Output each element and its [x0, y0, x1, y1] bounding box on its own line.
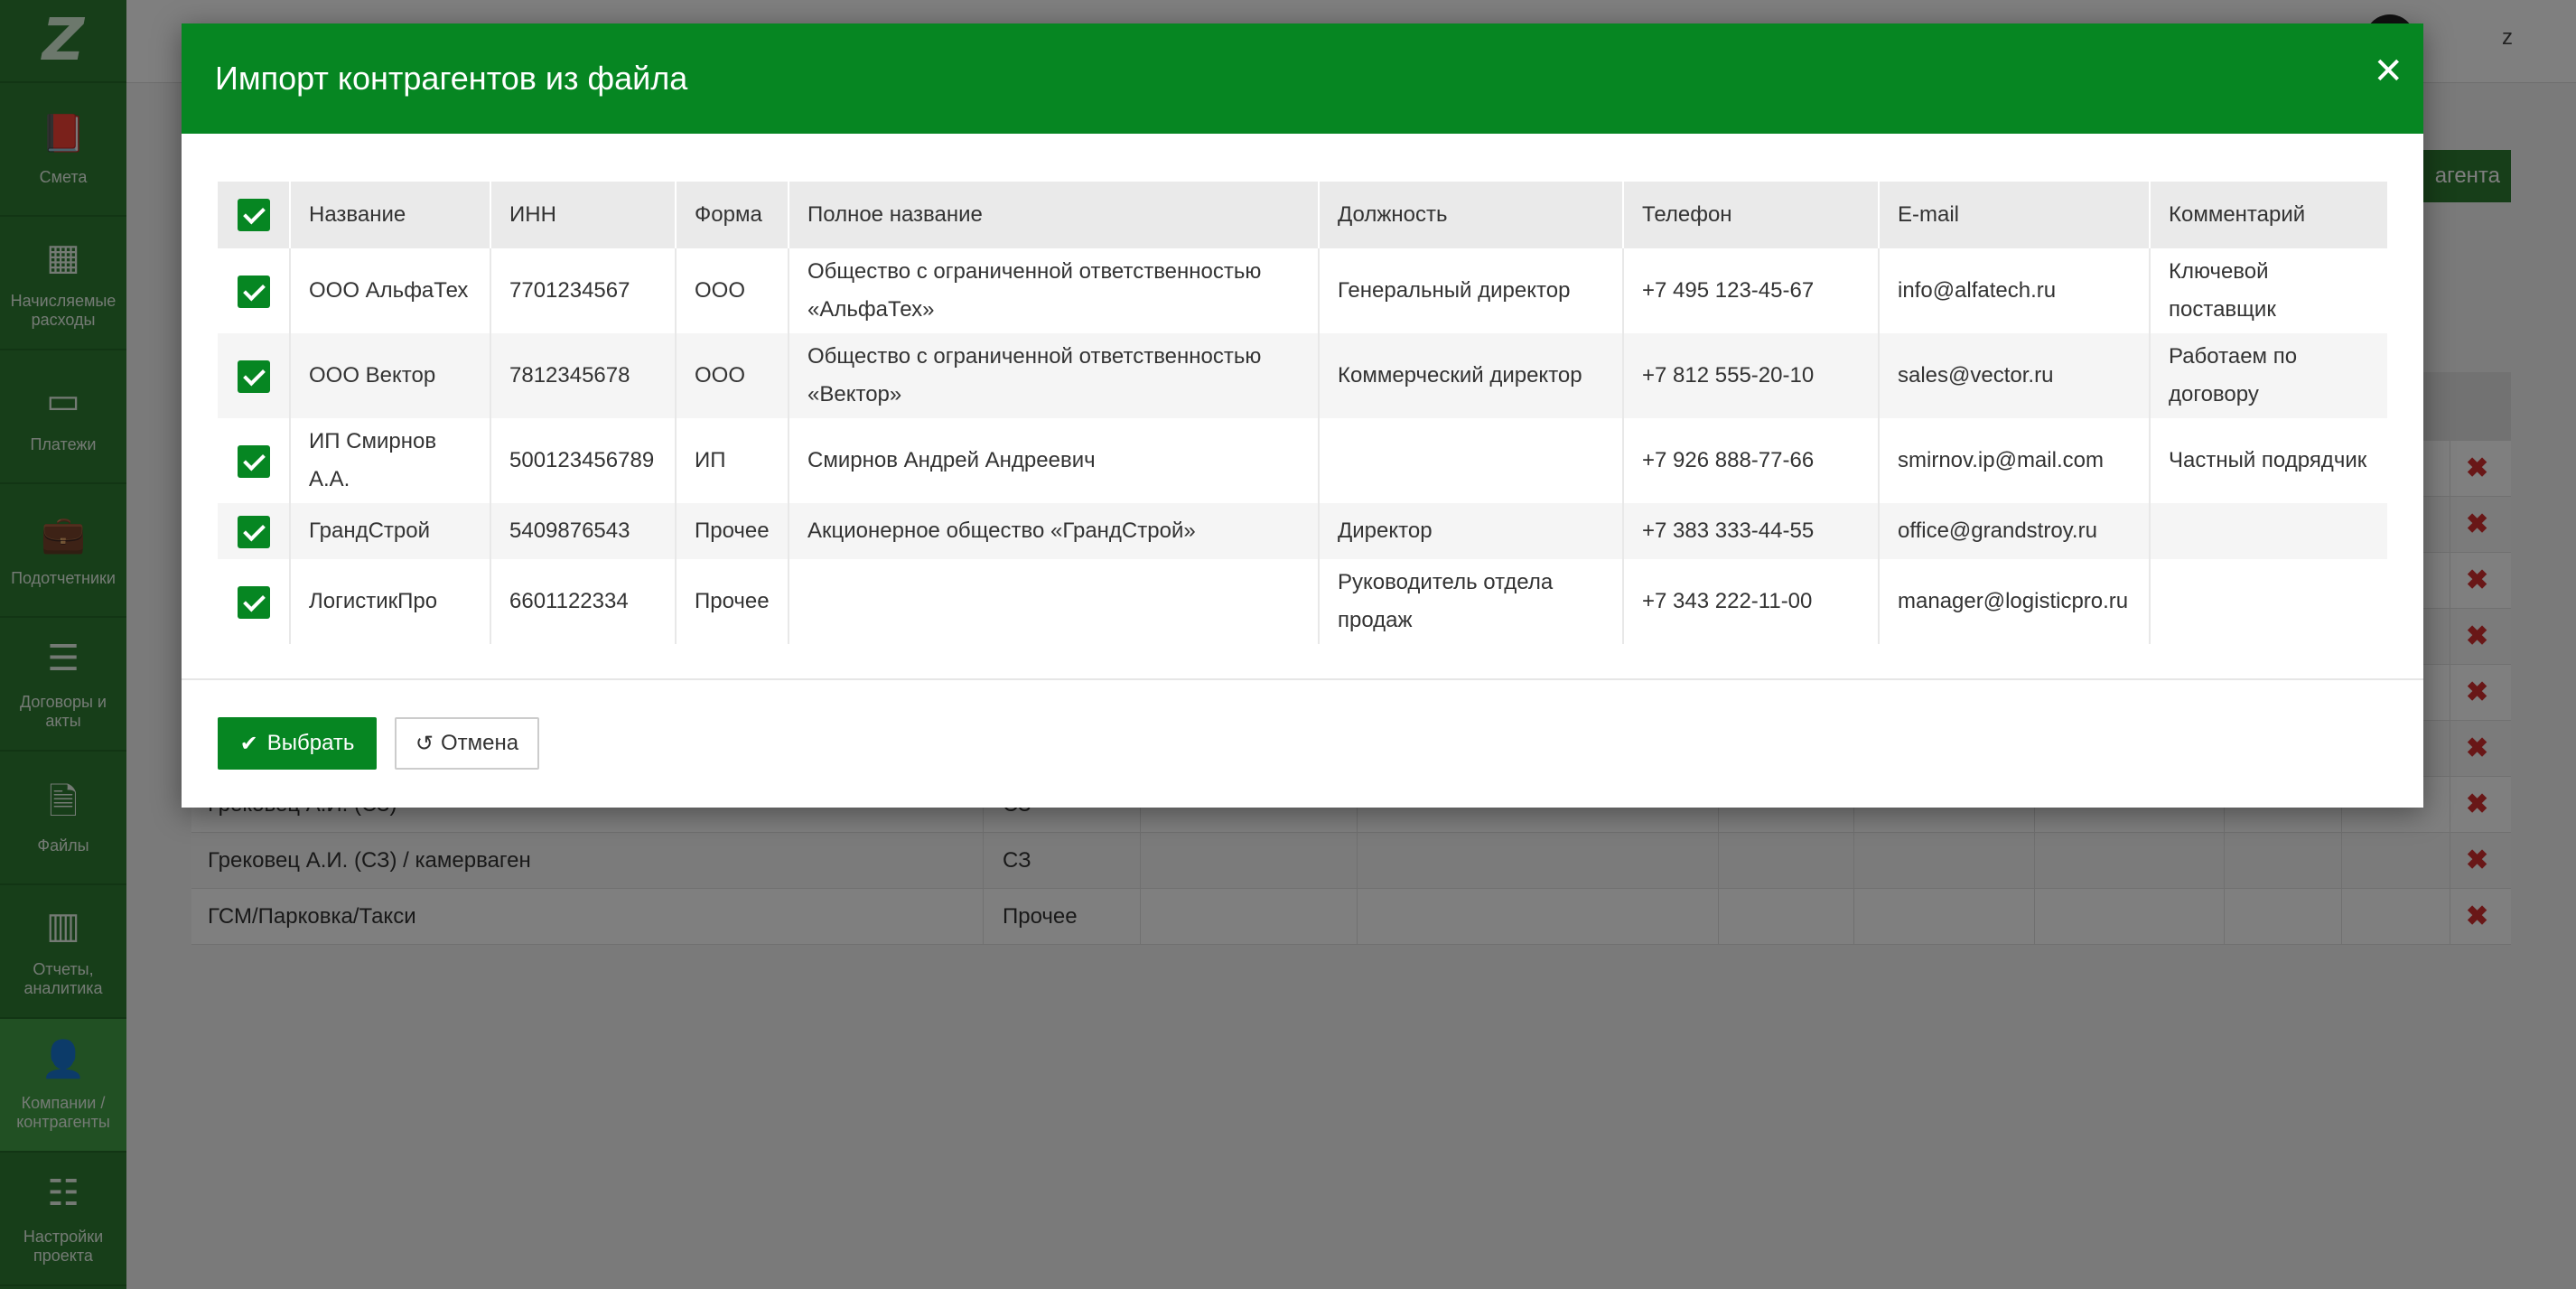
- cell-inn: 7701234567: [490, 248, 677, 333]
- import-modal: Импорт контрагентов из файла ✕ Название …: [182, 23, 2423, 808]
- modal-title: Импорт контрагентов из файла: [215, 60, 688, 97]
- column-header: Название: [290, 182, 491, 248]
- cell-email: manager@logisticpro.ru: [1879, 559, 2151, 644]
- column-header: Телефон: [1623, 182, 1880, 248]
- cell-comment: [2150, 503, 2387, 559]
- check-icon: [237, 444, 270, 478]
- cell-full-name: [789, 559, 1320, 644]
- cell-full-name: Акционерное общество «ГрандСтрой»: [789, 503, 1320, 559]
- cell-position: Коммерческий директор: [1319, 333, 1624, 418]
- cell-phone: +7 343 222-11-00: [1623, 559, 1880, 644]
- import-table: Название ИНН Форма Полное название Должн…: [218, 182, 2387, 644]
- cell-name: ИП Смирнов А.А.: [290, 418, 491, 503]
- import-row[interactable]: ЛогистикПро 6601122334 Прочее Руководитель …: [218, 559, 2387, 644]
- cell-inn: 500123456789: [490, 418, 677, 503]
- cell-phone: +7 495 123-45-67: [1623, 248, 1880, 333]
- column-header: Комментарий: [2150, 182, 2387, 248]
- cell-position: Руководитель отдела продаж: [1319, 559, 1624, 644]
- column-header: Полное название: [789, 182, 1320, 248]
- cell-name: ООО Вектор: [290, 333, 491, 418]
- cell-phone: +7 812 555-20-10: [1623, 333, 1880, 418]
- cell-comment: Частный подрядчик: [2150, 418, 2387, 503]
- import-row[interactable]: ООО АльфаТех 7701234567 ООО Общество с огра…: [218, 248, 2387, 333]
- cell-name: ООО АльфаТех: [290, 248, 491, 333]
- check-icon: [237, 515, 270, 548]
- column-header: Должность: [1319, 182, 1624, 248]
- cell-inn: 5409876543: [490, 503, 677, 559]
- row-checkbox[interactable]: [218, 418, 291, 503]
- cell-comment: Работаем по договору: [2150, 333, 2387, 418]
- cell-name: ЛогистикПро: [290, 559, 491, 644]
- import-table-header: Название ИНН Форма Полное название Должн…: [218, 182, 2387, 248]
- cell-comment: Ключевой поставщик: [2150, 248, 2387, 333]
- column-header: Форма: [676, 182, 789, 248]
- cell-position: Генеральный директор: [1319, 248, 1624, 333]
- undo-icon: ↺: [415, 731, 434, 756]
- cell-comment: [2150, 559, 2387, 644]
- row-checkbox[interactable]: [218, 503, 291, 559]
- cell-email: smirnov.ip@mail.com: [1879, 418, 2151, 503]
- cell-form: ООО: [676, 333, 789, 418]
- cell-full-name: Общество с ограниченной ответственностью…: [789, 333, 1320, 418]
- row-checkbox[interactable]: [218, 248, 291, 333]
- import-row[interactable]: ИП Смирнов А.А. 500123456789 ИП Смирнов Анд…: [218, 418, 2387, 503]
- row-checkbox[interactable]: [218, 333, 291, 418]
- cell-email: sales@vector.ru: [1879, 333, 2151, 418]
- cell-phone: +7 383 333-44-55: [1623, 503, 1880, 559]
- cancel-button[interactable]: ↺ Отмена: [395, 717, 539, 770]
- check-icon: [237, 275, 270, 308]
- check-icon: [237, 585, 270, 619]
- divider: [182, 678, 2423, 680]
- cell-inn: 7812345678: [490, 333, 677, 418]
- cell-name: ГрандСтрой: [290, 503, 491, 559]
- select-all-checkbox[interactable]: [218, 182, 291, 248]
- row-checkbox[interactable]: [218, 559, 291, 644]
- cell-position: Директор: [1319, 503, 1624, 559]
- cell-form: ИП: [676, 418, 789, 503]
- check-icon: [237, 199, 270, 231]
- close-icon[interactable]: ✕: [2373, 51, 2403, 92]
- checkmark-icon: ✔: [239, 731, 258, 756]
- check-icon: [237, 360, 270, 393]
- import-row[interactable]: ООО Вектор 7812345678 ООО Общество с ограни…: [218, 333, 2387, 418]
- select-button[interactable]: ✔ Выбрать: [218, 717, 377, 770]
- cell-form: Прочее: [676, 503, 789, 559]
- import-row[interactable]: ГрандСтрой 5409876543 Прочее Акционерное об…: [218, 503, 2387, 559]
- cell-form: Прочее: [676, 559, 789, 644]
- cell-position: [1319, 418, 1624, 503]
- cell-email: office@grandstroy.ru: [1879, 503, 2151, 559]
- cell-phone: +7 926 888-77-66: [1623, 418, 1880, 503]
- column-header: ИНН: [490, 182, 677, 248]
- column-header: E-mail: [1879, 182, 2151, 248]
- cell-full-name: Общество с ограниченной ответственностью…: [789, 248, 1320, 333]
- cell-full-name: Смирнов Андрей Андреевич: [789, 418, 1320, 503]
- cell-form: ООО: [676, 248, 789, 333]
- cell-inn: 6601122334: [490, 559, 677, 644]
- cell-email: info@alfatech.ru: [1879, 248, 2151, 333]
- modal-header: Импорт контрагентов из файла ✕: [182, 23, 2423, 134]
